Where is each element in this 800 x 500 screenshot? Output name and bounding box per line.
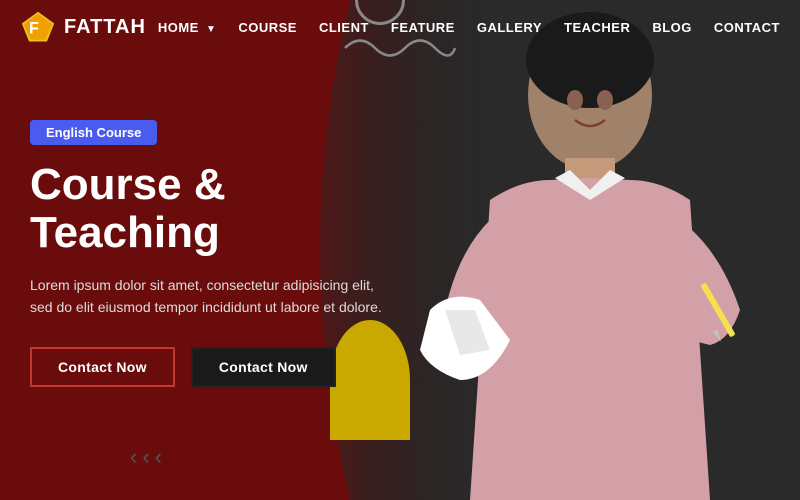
nav-item-teacher[interactable]: TEACHER bbox=[564, 19, 630, 37]
hero-title: Course & Teaching bbox=[30, 161, 410, 258]
home-dropdown-arrow: ▼ bbox=[206, 24, 216, 35]
nav-item-contact[interactable]: CONTACT bbox=[714, 19, 780, 37]
nav-item-home[interactable]: HOME ▼ bbox=[158, 19, 217, 37]
hero-content: English Course Course & Teaching Lorem i… bbox=[30, 120, 410, 387]
nav-item-feature[interactable]: FEATURE bbox=[391, 19, 455, 37]
nav-item-course[interactable]: COURSE bbox=[238, 19, 297, 37]
nav-item-client[interactable]: CLIENT bbox=[319, 19, 369, 37]
prev-arrow-3[interactable]: ‹ bbox=[155, 444, 162, 470]
nav-link-teacher[interactable]: TEACHER bbox=[564, 20, 630, 35]
nav-item-gallery[interactable]: GALLERY bbox=[477, 19, 542, 37]
hero-buttons: Contact Now Contact Now bbox=[30, 347, 410, 387]
nav-link-blog[interactable]: BLOG bbox=[652, 20, 692, 35]
logo[interactable]: F FATTAH bbox=[20, 10, 146, 46]
navbar: F FATTAH HOME ▼ COURSE CLIENT FEATURE GA… bbox=[0, 0, 800, 55]
slider-prev-arrows[interactable]: ‹ ‹ ‹ bbox=[130, 444, 162, 470]
hero-description: Lorem ipsum dolor sit amet, consectetur … bbox=[30, 274, 390, 319]
logo-text: FATTAH bbox=[64, 16, 146, 39]
prev-arrow-1[interactable]: ‹ bbox=[130, 444, 137, 470]
nav-link-home[interactable]: HOME ▼ bbox=[158, 20, 217, 35]
logo-icon: F bbox=[20, 10, 56, 46]
nav-link-client[interactable]: CLIENT bbox=[319, 20, 369, 35]
nav-item-blog[interactable]: BLOG bbox=[652, 19, 692, 37]
hero-badge: English Course bbox=[30, 120, 157, 145]
nav-link-course[interactable]: COURSE bbox=[238, 20, 297, 35]
nav-link-contact[interactable]: CONTACT bbox=[714, 20, 780, 35]
nav-links: HOME ▼ COURSE CLIENT FEATURE GALLERY TEA… bbox=[158, 19, 780, 37]
prev-arrow-2[interactable]: ‹ bbox=[142, 444, 149, 470]
svg-text:F: F bbox=[29, 19, 39, 37]
contact-now-button-2[interactable]: Contact Now bbox=[191, 347, 336, 387]
nav-link-gallery[interactable]: GALLERY bbox=[477, 20, 542, 35]
nav-link-feature[interactable]: FEATURE bbox=[391, 20, 455, 35]
contact-now-button-1[interactable]: Contact Now bbox=[30, 347, 175, 387]
